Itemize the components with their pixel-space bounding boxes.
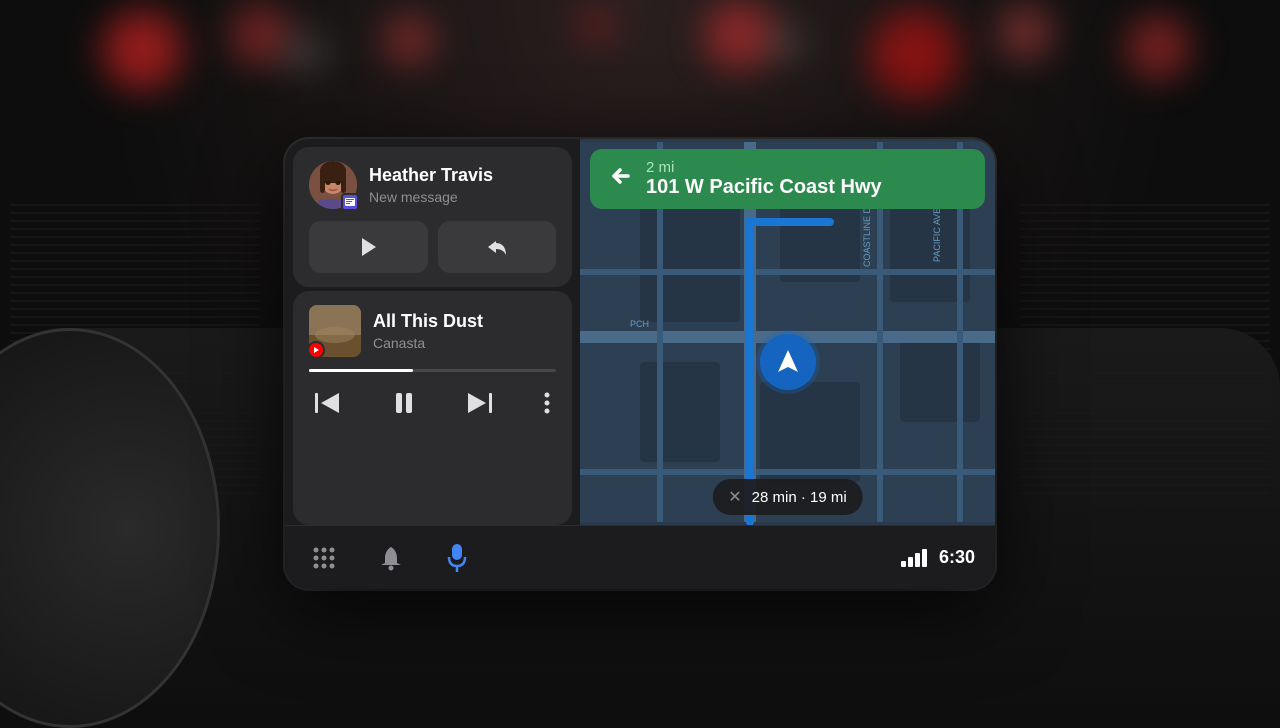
avatar-container <box>309 161 357 209</box>
bell-icon <box>379 545 403 571</box>
pause-icon <box>393 392 415 414</box>
contact-name: Heather Travis <box>369 165 556 187</box>
eta-text: 28 min · 19 mi <box>752 489 847 506</box>
svg-text:PACIFIC AVE: PACIFIC AVE <box>932 208 942 262</box>
bottom-bar: 6:30 <box>285 525 995 589</box>
reply-icon <box>486 237 508 257</box>
youtube-icon <box>311 346 321 354</box>
voice-button[interactable] <box>439 536 475 580</box>
car-location-indicator <box>760 334 816 390</box>
previous-track-button[interactable] <box>309 386 347 420</box>
eta-distance: 19 mi <box>810 489 847 506</box>
music-progress-bar[interactable] <box>309 369 556 372</box>
eta-bar: ✕ 28 min · 19 mi <box>712 479 862 515</box>
dashboard-background: Heather Travis New message <box>0 0 1280 728</box>
apps-button[interactable] <box>305 539 343 577</box>
pause-button[interactable] <box>387 386 421 420</box>
youtube-badge <box>309 341 325 357</box>
turn-left-icon <box>606 162 634 190</box>
microphone-icon <box>445 542 469 574</box>
eta-time: 28 min <box>752 489 797 506</box>
navigation-header: 2 mi 101 W Pacific Coast Hwy <box>590 149 985 209</box>
signal-bar-3 <box>915 553 920 567</box>
play-icon <box>358 236 378 258</box>
message-label: New message <box>369 189 556 205</box>
signal-bar-2 <box>908 557 913 567</box>
next-track-icon <box>466 392 492 414</box>
left-panel: Heather Travis New message <box>285 139 580 525</box>
navigation-arrow-icon <box>773 347 803 377</box>
track-info: All This Dust Canasta <box>373 311 556 351</box>
bottom-right-status: 6:30 <box>901 547 975 568</box>
contact-row: Heather Travis New message <box>309 161 556 209</box>
svg-text:PCH: PCH <box>630 319 649 329</box>
track-title: All This Dust <box>373 311 556 333</box>
messaging-app-badge <box>341 193 359 211</box>
android-auto-screen: Heather Travis New message <box>285 139 995 589</box>
map-panel[interactable]: COASTLINE DR PACIFIC AVE PCH <box>580 139 995 525</box>
map-container: COASTLINE DR PACIFIC AVE PCH <box>580 139 995 525</box>
signal-bar-4 <box>922 549 927 567</box>
screen-content: Heather Travis New message <box>285 139 995 525</box>
signal-bar-1 <box>901 561 906 567</box>
play-message-button[interactable] <box>309 221 428 273</box>
nav-info: 2 mi 101 W Pacific Coast Hwy <box>646 159 882 199</box>
music-info-row: All This Dust Canasta <box>309 305 556 357</box>
bottom-left-icons <box>305 536 475 580</box>
message-card: Heather Travis New message <box>293 147 572 287</box>
next-track-button[interactable] <box>460 386 498 420</box>
apps-grid-icon <box>311 545 337 571</box>
more-options-button[interactable] <box>538 386 556 420</box>
more-options-icon <box>544 392 550 414</box>
album-art <box>309 305 361 357</box>
music-card: All This Dust Canasta <box>293 291 572 525</box>
vent-grill-right <box>1020 200 1270 500</box>
music-controls <box>309 386 556 420</box>
reply-message-button[interactable] <box>438 221 557 273</box>
eta-separator: · <box>801 489 810 506</box>
contact-info: Heather Travis New message <box>369 165 556 205</box>
previous-track-icon <box>315 392 341 414</box>
signal-strength-icon <box>901 549 927 567</box>
location-dot <box>760 334 816 390</box>
nav-distance: 2 mi <box>646 159 882 176</box>
nav-street: 101 W Pacific Coast Hwy <box>646 176 882 199</box>
message-icon <box>345 198 355 206</box>
turn-direction-icon <box>606 162 634 196</box>
track-artist: Canasta <box>373 335 556 351</box>
message-actions <box>309 221 556 273</box>
music-progress-fill <box>309 369 413 372</box>
notifications-button[interactable] <box>373 539 409 577</box>
svg-text:COASTLINE DR: COASTLINE DR <box>862 200 872 267</box>
clock: 6:30 <box>939 547 975 568</box>
eta-close-icon[interactable]: ✕ <box>728 487 741 507</box>
